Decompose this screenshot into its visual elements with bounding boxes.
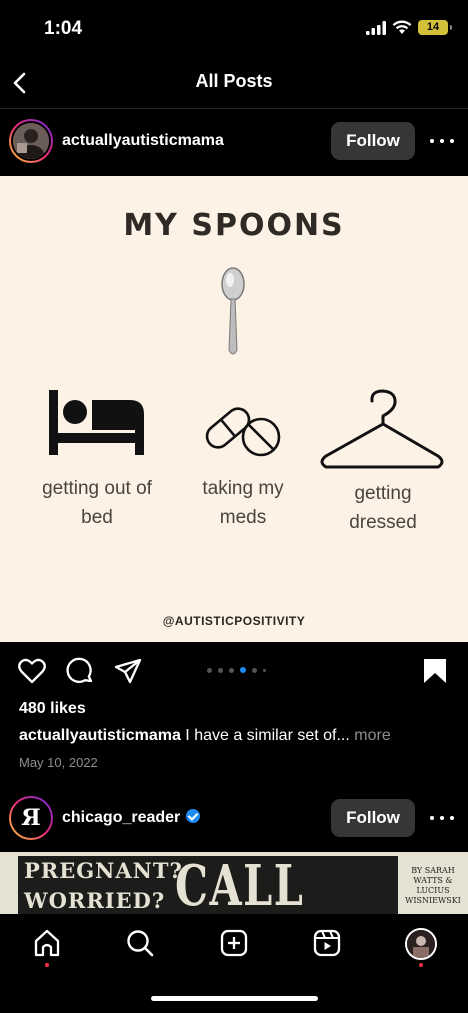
banner-byline: BY SARAH WATTS & LUCIUS WISNIEWSKI [405,866,461,905]
profile-notification-dot [419,963,423,967]
reels-icon[interactable] [312,928,342,958]
caption-bed: getting out of bed [42,478,152,528]
banner-line-1: PREGNANT? [24,858,183,883]
post-image[interactable] [0,176,468,642]
comment-icon[interactable] [65,656,95,686]
likes-count[interactable]: 480 likes [19,700,86,718]
caption-meds: taking my meds [202,478,284,528]
status-icons: 14 [366,20,452,35]
post-image-2[interactable]: PREGNANT? WORRIED? CALL JANE BY SARAH WA… [0,852,468,914]
caption-text: I have a similar set of... [180,727,350,744]
follow-button[interactable]: Follow [331,122,415,160]
caption-username[interactable]: actuallyautisticmama [19,727,181,744]
home-notification-dot [45,963,49,967]
like-heart-icon[interactable] [17,656,47,686]
pills-icon [205,407,281,457]
share-icon[interactable] [113,656,143,686]
post-actions [0,648,468,692]
image-title: MY SPOONS [123,208,345,243]
bookmark-icon[interactable] [420,656,450,686]
avatar-2[interactable]: Я [9,796,53,840]
image-illustrations [49,267,444,469]
post-date: May 10, 2022 [19,755,98,770]
reader-logo-icon: Я [11,798,51,838]
profile-avatar[interactable] [405,928,437,960]
banner-panel: PREGNANT? WORRIED? CALL JANE [18,853,398,914]
post-username-2[interactable]: chicago_reader [62,809,201,827]
avatar[interactable] [9,119,53,163]
home-indicator [151,996,318,1001]
follow-button-2[interactable]: Follow [331,799,415,837]
more-options-icon-2[interactable] [430,806,454,830]
status-bar: 1:04 14 [0,0,468,58]
post-header: actuallyautisticmama Follow [0,109,468,173]
carousel-indicator [207,667,266,673]
bed-icon [49,390,144,455]
post-username[interactable]: actuallyautisticmama [62,132,224,150]
post-caption: actuallyautisticmama I have a similar se… [19,727,459,745]
avatar-photo [13,123,49,159]
banner-headline: CALL JANE [175,853,305,914]
post-header-2: Я chicago_reader Follow [0,786,468,850]
signal-icon [366,20,386,35]
banner-line-2: WORRIED? [24,888,166,913]
verified-badge-icon [186,809,201,823]
wifi-icon [392,20,412,34]
home-icon[interactable] [32,928,62,958]
caption-more-link[interactable]: more [350,727,390,744]
page-title: All Posts [195,71,273,91]
hanger-icon [320,389,444,469]
more-options-icon[interactable] [430,129,454,153]
profile-photo [407,930,435,958]
image-credit: @AUTISTICPOSITIVITY [162,614,306,628]
nav-header: All Posts [0,58,468,108]
status-time: 1:04 [44,18,83,39]
bottom-tab-bar [0,914,468,1013]
search-icon[interactable] [125,928,155,958]
create-icon[interactable] [219,928,249,958]
spoon-icon [221,267,245,355]
battery-indicator: 14 [418,20,452,35]
caption-dressed: getting dressed [349,483,417,533]
